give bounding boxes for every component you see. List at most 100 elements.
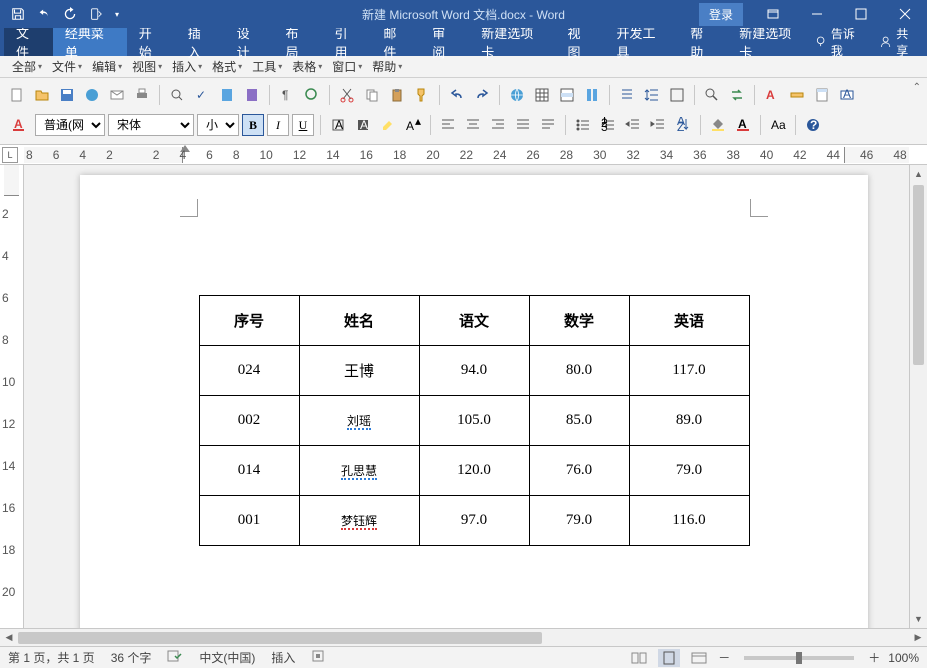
tab-layout[interactable]: 布局: [274, 28, 323, 56]
scroll-up-button[interactable]: ▲: [910, 165, 927, 183]
cut-button[interactable]: [336, 84, 358, 106]
sort-button[interactable]: AZ: [672, 114, 694, 136]
vertical-ruler[interactable]: 2468101214161820: [0, 165, 24, 628]
tab-review[interactable]: 审阅: [420, 28, 469, 56]
decrease-indent-button[interactable]: [622, 114, 644, 136]
menu-tools[interactable]: 工具▾: [248, 58, 286, 75]
text-direction-button[interactable]: [616, 84, 638, 106]
menu-edit[interactable]: 编辑▾: [88, 58, 126, 75]
menu-insert[interactable]: 插入▾: [168, 58, 206, 75]
spell-check-icon[interactable]: [167, 649, 183, 666]
word-count[interactable]: 36 个字: [111, 649, 152, 666]
style-select[interactable]: 普通(网站): [35, 114, 105, 136]
table-header[interactable]: 数学: [529, 296, 629, 346]
share-button[interactable]: 共享: [879, 25, 919, 59]
horizontal-ruler[interactable]: L 86422468101214161820222426283032343638…: [0, 145, 927, 165]
font-color-button[interactable]: A: [732, 114, 754, 136]
horizontal-scrollbar[interactable]: ◀ ▶: [0, 628, 927, 646]
menu-window[interactable]: 窗口▾: [328, 58, 366, 75]
ribbon-display-button[interactable]: [751, 0, 795, 28]
tab-classic-menu[interactable]: 经典菜单: [53, 28, 127, 56]
collapse-ribbon-button[interactable]: ⌃: [913, 82, 921, 93]
menu-all[interactable]: 全部▾: [8, 58, 46, 75]
scroll-left-button[interactable]: ◀: [0, 632, 18, 643]
table-header[interactable]: 英语: [629, 296, 749, 346]
tab-references[interactable]: 引用: [322, 28, 371, 56]
underline-button[interactable]: U: [292, 114, 314, 136]
close-button[interactable]: [883, 0, 927, 28]
menu-view[interactable]: 视图▾: [128, 58, 166, 75]
distribute-button[interactable]: [537, 114, 559, 136]
line-spacing-button[interactable]: [641, 84, 663, 106]
zoom-out-button[interactable]: －: [718, 649, 730, 666]
find-button[interactable]: [701, 84, 723, 106]
tab-home[interactable]: 开始: [127, 28, 176, 56]
highlight-button[interactable]: [377, 114, 399, 136]
align-left-button[interactable]: [437, 114, 459, 136]
tab-custom2[interactable]: 新建选项卡: [727, 28, 813, 56]
login-button[interactable]: 登录: [699, 3, 743, 26]
insert-rows-button[interactable]: [556, 84, 578, 106]
maximize-button[interactable]: [839, 0, 883, 28]
save-button-2[interactable]: [56, 84, 78, 106]
justify-button[interactable]: [512, 114, 534, 136]
menu-format[interactable]: 格式▾: [208, 58, 246, 75]
tab-custom1[interactable]: 新建选项卡: [469, 28, 555, 56]
columns-button[interactable]: [581, 84, 603, 106]
copy-button[interactable]: [361, 84, 383, 106]
preview-button[interactable]: [166, 84, 188, 106]
web-layout-button[interactable]: [688, 649, 710, 667]
qat-customize-button[interactable]: ▾: [110, 2, 124, 26]
thesaurus-button[interactable]: [241, 84, 263, 106]
shading-button[interactable]: [707, 114, 729, 136]
grow-font-button[interactable]: A▴: [402, 114, 424, 136]
font-select[interactable]: 宋体: [108, 114, 194, 136]
redo-button[interactable]: [58, 2, 82, 26]
increase-indent-button[interactable]: [647, 114, 669, 136]
tab-mailings[interactable]: 邮件: [371, 28, 420, 56]
scroll-right-button[interactable]: ▶: [909, 632, 927, 643]
print-button[interactable]: [131, 84, 153, 106]
align-center-button[interactable]: [462, 114, 484, 136]
table-button[interactable]: [531, 84, 553, 106]
scroll-down-button[interactable]: ▼: [910, 610, 927, 628]
header-button[interactable]: [811, 84, 833, 106]
language-status[interactable]: 中文(中国): [199, 649, 255, 666]
print-layout-button[interactable]: [658, 649, 680, 667]
scroll-thumb-h[interactable]: [18, 632, 542, 644]
tab-design[interactable]: 设计: [225, 28, 274, 56]
zoom-in-button[interactable]: ＋: [868, 649, 880, 666]
tell-me-button[interactable]: 告诉我: [814, 25, 865, 59]
mail-button[interactable]: [106, 84, 128, 106]
replace-button[interactable]: [726, 84, 748, 106]
redo-button-2[interactable]: [471, 84, 493, 106]
text-box-button[interactable]: A: [836, 84, 858, 106]
vertical-scrollbar[interactable]: ▲ ▼: [909, 165, 927, 628]
document-area[interactable]: 序号 姓名 语文 数学 英语 024王博94.080.0117.0 002刘瑶1…: [24, 165, 909, 628]
help-button[interactable]: ?: [802, 114, 824, 136]
research-button[interactable]: [216, 84, 238, 106]
outside-border-button[interactable]: [666, 84, 688, 106]
tab-view[interactable]: 视图: [556, 28, 605, 56]
document-table[interactable]: 序号 姓名 语文 数学 英语 024王博94.080.0117.0 002刘瑶1…: [199, 295, 750, 546]
undo-button[interactable]: [32, 2, 56, 26]
zoom-button[interactable]: [301, 84, 323, 106]
menu-help[interactable]: 帮助▾: [368, 58, 406, 75]
ruler-button[interactable]: [786, 84, 808, 106]
font-color-a-button[interactable]: A: [6, 114, 32, 136]
hyperlink-button[interactable]: [506, 84, 528, 106]
table-header[interactable]: 姓名: [299, 296, 419, 346]
align-right-button[interactable]: [487, 114, 509, 136]
menu-table[interactable]: 表格▾: [288, 58, 326, 75]
menu-file[interactable]: 文件▾: [48, 58, 86, 75]
tab-developer[interactable]: 开发工具: [604, 28, 678, 56]
italic-button[interactable]: I: [267, 114, 289, 136]
tab-help[interactable]: 帮助: [678, 28, 727, 56]
new-button[interactable]: [6, 84, 28, 106]
char-shading-button[interactable]: A: [352, 114, 374, 136]
table-header[interactable]: 语文: [419, 296, 529, 346]
tab-file[interactable]: 文件: [4, 28, 53, 56]
save-button[interactable]: [6, 2, 30, 26]
publish-button[interactable]: [81, 84, 103, 106]
table-header[interactable]: 序号: [199, 296, 299, 346]
